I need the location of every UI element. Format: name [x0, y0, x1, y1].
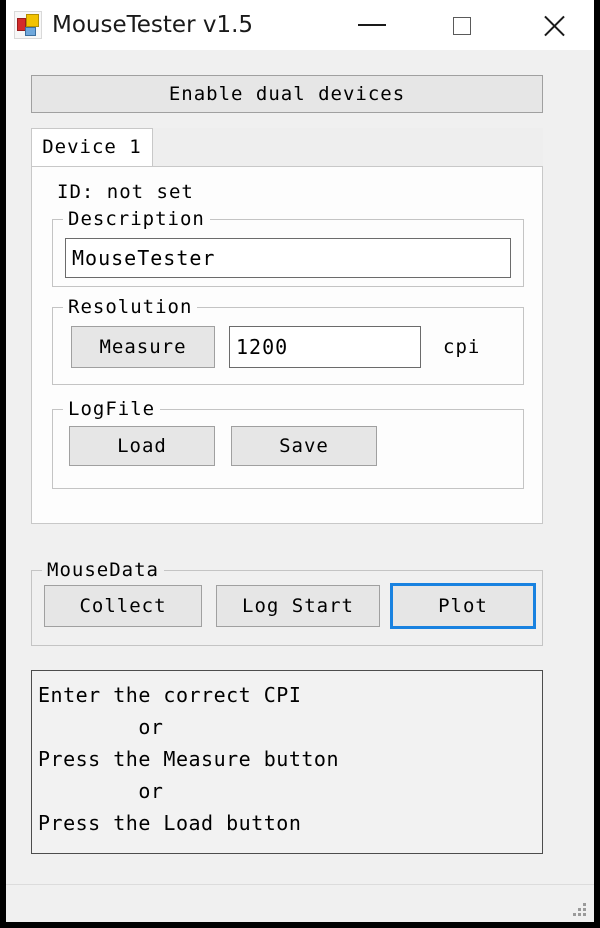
mousedata-group: MouseData Collect Log Start Plot — [31, 558, 543, 646]
maximize-icon — [453, 17, 471, 35]
minimize-icon — [358, 24, 386, 26]
description-group-title: Description — [63, 207, 210, 231]
resolution-group-title: Resolution — [63, 295, 198, 319]
application-window: MouseTester v1.5 Enable dual devices Dev… — [6, 0, 594, 922]
save-button[interactable]: Save — [231, 426, 377, 466]
mousedata-group-title: MouseData — [42, 558, 164, 582]
logfile-group: LogFile Load Save — [52, 397, 524, 489]
app-icon — [14, 11, 42, 39]
device-tab-control: Device 1 ID: not set Description Resolut… — [31, 128, 543, 524]
measure-button[interactable]: Measure — [71, 326, 215, 368]
enable-dual-devices-button[interactable]: Enable dual devices — [31, 75, 543, 113]
tab-device-1[interactable]: Device 1 — [31, 128, 153, 168]
resize-grip-icon[interactable] — [571, 901, 587, 917]
close-button[interactable] — [523, 0, 585, 50]
cpi-unit-label: cpi — [443, 336, 481, 358]
resolution-group: Resolution Measure cpi — [52, 295, 524, 385]
close-icon — [541, 13, 567, 39]
logfile-group-title: LogFile — [63, 397, 161, 421]
window-title: MouseTester v1.5 — [52, 12, 254, 38]
device-id-label: ID: not set — [57, 181, 194, 203]
title-bar: MouseTester v1.5 — [6, 0, 594, 50]
minimize-button[interactable] — [341, 0, 403, 50]
plot-button[interactable]: Plot — [390, 583, 536, 629]
maximize-button[interactable] — [431, 0, 493, 50]
load-button[interactable]: Load — [69, 426, 215, 466]
status-bar — [6, 884, 594, 922]
collect-button[interactable]: Collect — [44, 585, 202, 627]
description-input[interactable] — [65, 238, 511, 278]
resolution-cpi-input[interactable] — [229, 326, 421, 368]
log-start-button[interactable]: Log Start — [216, 585, 380, 627]
output-text-box[interactable]: Enter the correct CPI or Press the Measu… — [31, 670, 543, 854]
client-area: Enable dual devices Device 1 ID: not set… — [6, 50, 594, 922]
description-group: Description — [52, 207, 524, 287]
tab-strip: Device 1 — [31, 128, 543, 168]
tab-panel-device-1: ID: not set Description Resolution Measu… — [31, 166, 543, 524]
